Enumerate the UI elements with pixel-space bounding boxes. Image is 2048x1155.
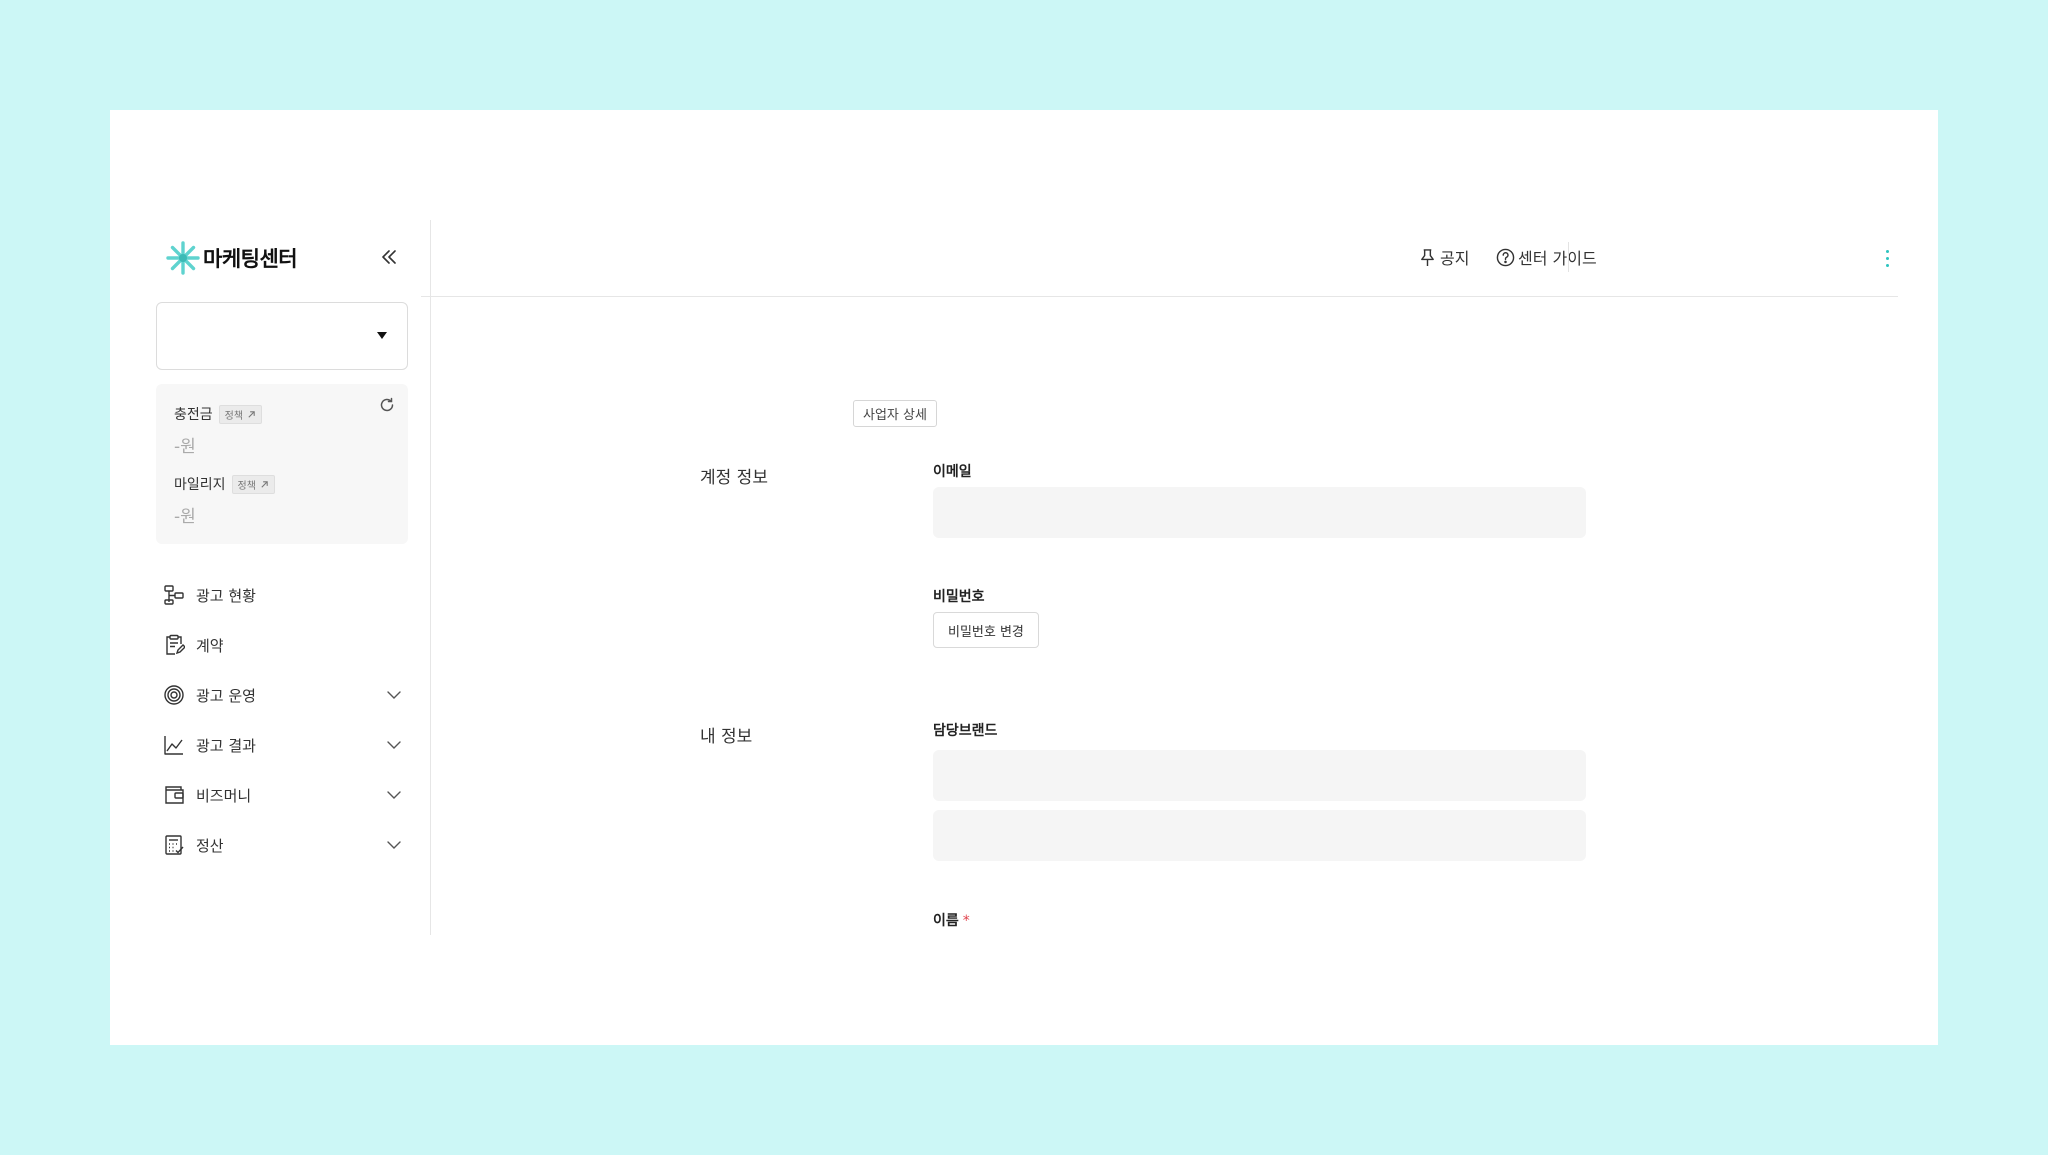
email-field[interactable]	[933, 487, 1586, 538]
required-mark: *	[962, 913, 970, 929]
brand-field-1[interactable]	[933, 750, 1586, 801]
more-menu-button[interactable]	[1875, 244, 1899, 272]
line-chart-icon	[162, 733, 186, 757]
sidebar-item-contract[interactable]: 계약	[162, 625, 402, 665]
charge-policy-link[interactable]: 정책	[218, 404, 263, 424]
more-vertical-icon	[1885, 249, 1889, 253]
chevron-down-icon	[386, 787, 402, 803]
refresh-icon	[380, 397, 394, 412]
chevron-down-icon	[386, 837, 402, 853]
sidebar-item-label: 광고 운영	[196, 686, 256, 705]
more-dot	[1885, 256, 1889, 260]
sidebar-item-label: 정산	[196, 836, 224, 855]
calculator-icon	[162, 833, 186, 857]
brand-label: 담당브랜드	[933, 723, 998, 739]
sidebar-item-label: 광고 현황	[196, 586, 256, 605]
chevron-down-icon	[386, 687, 402, 703]
sidebar-item-label: 광고 결과	[196, 736, 256, 755]
account-info-title: 계정 정보	[700, 468, 768, 488]
sidebar-item-bizmoney[interactable]: 비즈머니	[162, 775, 402, 815]
header-divider	[1568, 242, 1569, 272]
sidebar: 마케팅센터 충전금 정책 -원 마일리지 정책 -원 광고 현황 계약 광고 운…	[150, 220, 431, 935]
center-guide-label: 센터 가이드	[1518, 249, 1597, 268]
brand-field-2[interactable]	[933, 810, 1586, 861]
email-label: 이메일	[933, 464, 972, 480]
external-arrow-icon	[261, 480, 268, 488]
sidebar-item-settlement[interactable]: 정산	[162, 825, 402, 865]
wallet-icon	[162, 783, 186, 807]
help-circle-icon	[1496, 248, 1515, 266]
brand-name: 마케팅센터	[203, 247, 298, 271]
sidebar-item-ad-operation[interactable]: 광고 운영	[162, 675, 402, 715]
name-label-row: 이름 *	[933, 910, 970, 930]
brand-logo[interactable]: 마케팅센터	[165, 238, 298, 278]
my-info-title: 내 정보	[700, 727, 753, 747]
notice-link[interactable]: 공지	[1418, 245, 1469, 269]
charge-label-row: 충전금 정책	[174, 404, 263, 424]
balance-panel: 충전금 정책 -원 마일리지 정책 -원	[156, 384, 408, 544]
clipboard-edit-icon	[162, 633, 186, 657]
flow-chart-icon	[162, 583, 186, 607]
mileage-value: -원	[174, 507, 196, 527]
caret-down-icon	[377, 332, 387, 339]
mileage-policy-label: 정책	[237, 480, 256, 492]
sidebar-item-label: 비즈머니	[196, 786, 252, 805]
name-label: 이름	[933, 913, 959, 929]
mileage-policy-link[interactable]: 정책	[231, 474, 275, 494]
pin-icon	[1421, 248, 1434, 266]
sidebar-item-ad-status[interactable]: 광고 현황	[162, 575, 402, 615]
business-detail-button[interactable]: 사업자 상세	[853, 400, 937, 427]
external-arrow-icon	[248, 410, 255, 418]
asterisk-logo-icon	[166, 241, 200, 275]
account-select[interactable]	[156, 302, 408, 370]
sidebar-item-label: 계약	[196, 636, 224, 655]
chevron-down-icon	[386, 737, 402, 753]
target-icon	[162, 683, 186, 707]
charge-label: 충전금	[174, 407, 213, 423]
chevrons-left-icon	[382, 250, 396, 264]
password-label: 비밀번호	[933, 589, 985, 605]
collapse-sidebar-button[interactable]	[376, 244, 402, 270]
center-guide-link[interactable]: 센터 가이드	[1496, 245, 1597, 269]
charge-policy-label: 정책	[224, 410, 244, 422]
refresh-balance-button[interactable]	[378, 396, 396, 414]
sidebar-item-ad-result[interactable]: 광고 결과	[162, 725, 402, 765]
notice-label: 공지	[1440, 249, 1470, 268]
change-password-button[interactable]: 비밀번호 변경	[933, 612, 1039, 648]
charge-value: -원	[174, 437, 196, 457]
mileage-label: 마일리지	[174, 477, 226, 493]
more-dot	[1885, 263, 1889, 267]
mileage-label-row: 마일리지 정책	[174, 474, 275, 494]
top-header: 공지 센터 가이드	[421, 220, 1898, 297]
